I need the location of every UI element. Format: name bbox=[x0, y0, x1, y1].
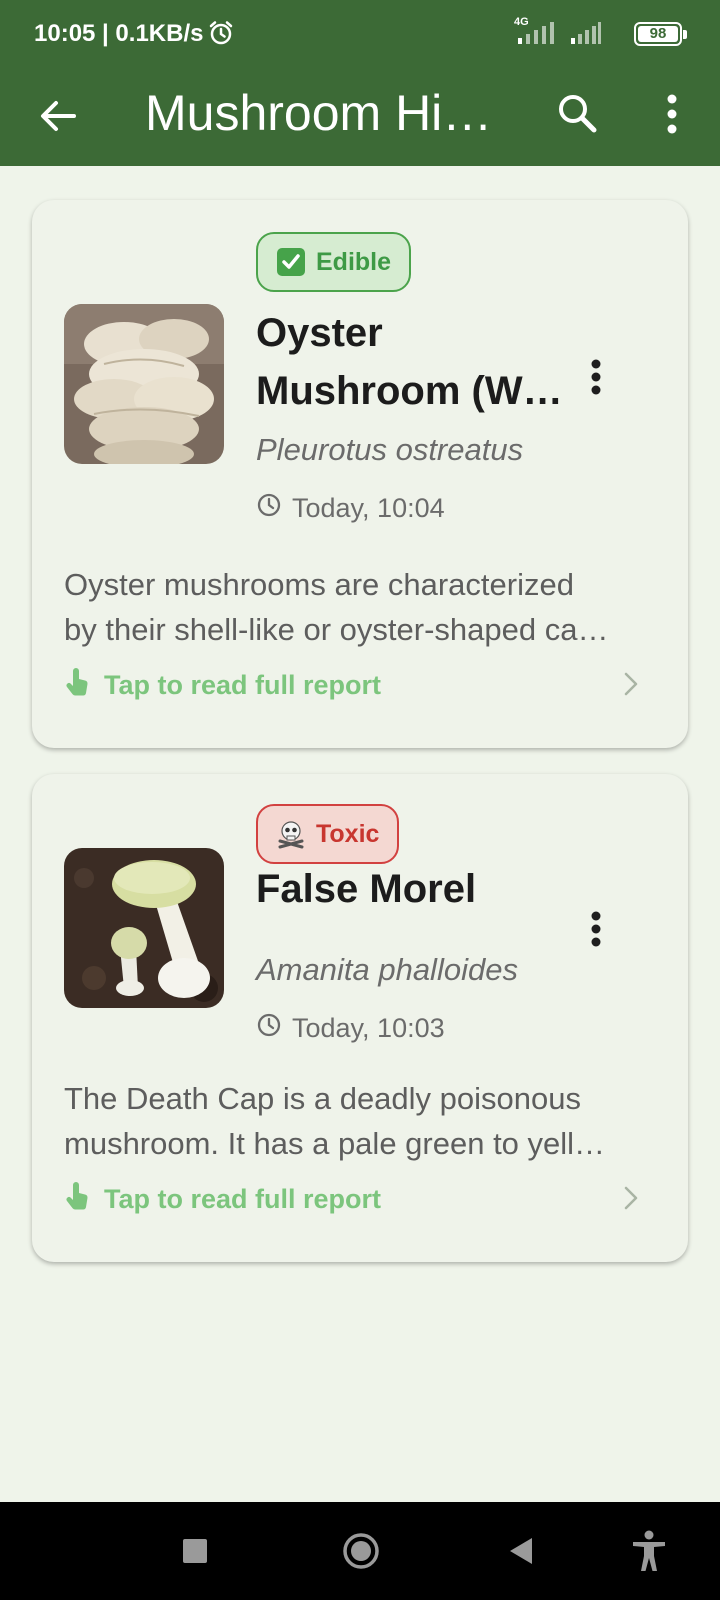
clock-icon bbox=[256, 492, 282, 525]
description-line2: mushroom. It has a pale green to yell… bbox=[64, 1126, 606, 1161]
badge-label: Edible bbox=[316, 247, 392, 276]
mushroom-photo bbox=[64, 848, 224, 1008]
tap-hand-icon bbox=[64, 666, 92, 705]
tap-hand-icon bbox=[64, 1180, 92, 1219]
clock-icon bbox=[256, 1012, 282, 1045]
more-options-icon[interactable] bbox=[648, 88, 696, 140]
alarm-icon bbox=[208, 20, 234, 51]
check-box-icon bbox=[276, 247, 306, 277]
app-bar: Mushroom Hi… bbox=[0, 66, 720, 166]
timestamp: Today, 10:03 bbox=[256, 1012, 445, 1045]
history-card[interactable]: Toxic False Morel Amanita phalloides Tod… bbox=[32, 774, 688, 1262]
description-line1: Oyster mushrooms are characterized bbox=[64, 567, 574, 602]
description-line2: by their shell-like or oyster-shaped ca… bbox=[64, 612, 609, 647]
history-card[interactable]: Edible Oyster Mushroom (W… Pleurotus ost… bbox=[32, 200, 688, 748]
badge-label: Toxic bbox=[316, 819, 380, 848]
description-line1: The Death Cap is a deadly poisonous bbox=[64, 1081, 581, 1116]
description: Oyster mushrooms are characterized by th… bbox=[64, 562, 656, 652]
chevron-right-icon bbox=[616, 670, 644, 698]
page-title: Mushroom Hi… bbox=[145, 85, 493, 141]
timestamp: Today, 10:04 bbox=[256, 492, 445, 525]
read-report-link[interactable]: Tap to read full report bbox=[64, 1180, 381, 1219]
skull-crossbones-icon bbox=[276, 819, 306, 849]
mushroom-photo bbox=[64, 304, 224, 464]
status-bar: 10:05 | 0.1KB/s 4G 98 bbox=[0, 0, 720, 66]
system-nav-bar bbox=[0, 1502, 720, 1600]
back-triangle-icon[interactable] bbox=[496, 1526, 546, 1576]
mushroom-name-line2: Mushroom (W… bbox=[256, 369, 563, 413]
mushroom-name: Oyster Mushroom (W… bbox=[256, 304, 576, 420]
cell-signal-2-icon bbox=[570, 20, 602, 51]
home-circle-icon[interactable] bbox=[336, 1526, 386, 1576]
battery-icon: 98 bbox=[634, 22, 687, 46]
signal-icons: 4G bbox=[514, 16, 602, 51]
mushroom-name: False Morel bbox=[256, 860, 576, 918]
toxic-badge: Toxic bbox=[256, 804, 400, 864]
card-menu-icon[interactable] bbox=[580, 356, 612, 400]
read-report-link[interactable]: Tap to read full report bbox=[64, 666, 381, 705]
scientific-name: Pleurotus ostreatus bbox=[256, 432, 524, 467]
cell-signal-1-icon: 4G bbox=[514, 16, 556, 51]
timestamp-text: Today, 10:03 bbox=[292, 1013, 445, 1043]
recents-square-icon[interactable] bbox=[170, 1526, 220, 1576]
network-type: 4G bbox=[514, 16, 529, 28]
search-icon[interactable] bbox=[552, 88, 604, 140]
read-report-label: Tap to read full report bbox=[104, 670, 382, 700]
battery-level: 98 bbox=[649, 25, 667, 42]
chevron-right-icon bbox=[616, 1184, 644, 1212]
description: The Death Cap is a deadly poisonous mush… bbox=[64, 1076, 656, 1166]
timestamp-text: Today, 10:04 bbox=[292, 493, 445, 523]
back-arrow-icon[interactable] bbox=[34, 92, 82, 140]
edible-badge: Edible bbox=[256, 232, 412, 292]
mushroom-name-line1: False Morel bbox=[256, 867, 477, 911]
mushroom-name-line1: Oyster bbox=[256, 311, 383, 355]
status-time: 10:05 | 0.1KB/s bbox=[34, 20, 204, 47]
scientific-name: Amanita phalloides bbox=[256, 952, 518, 987]
card-menu-icon[interactable] bbox=[580, 908, 612, 952]
accessibility-icon[interactable] bbox=[624, 1526, 674, 1576]
read-report-label: Tap to read full report bbox=[104, 1184, 382, 1214]
